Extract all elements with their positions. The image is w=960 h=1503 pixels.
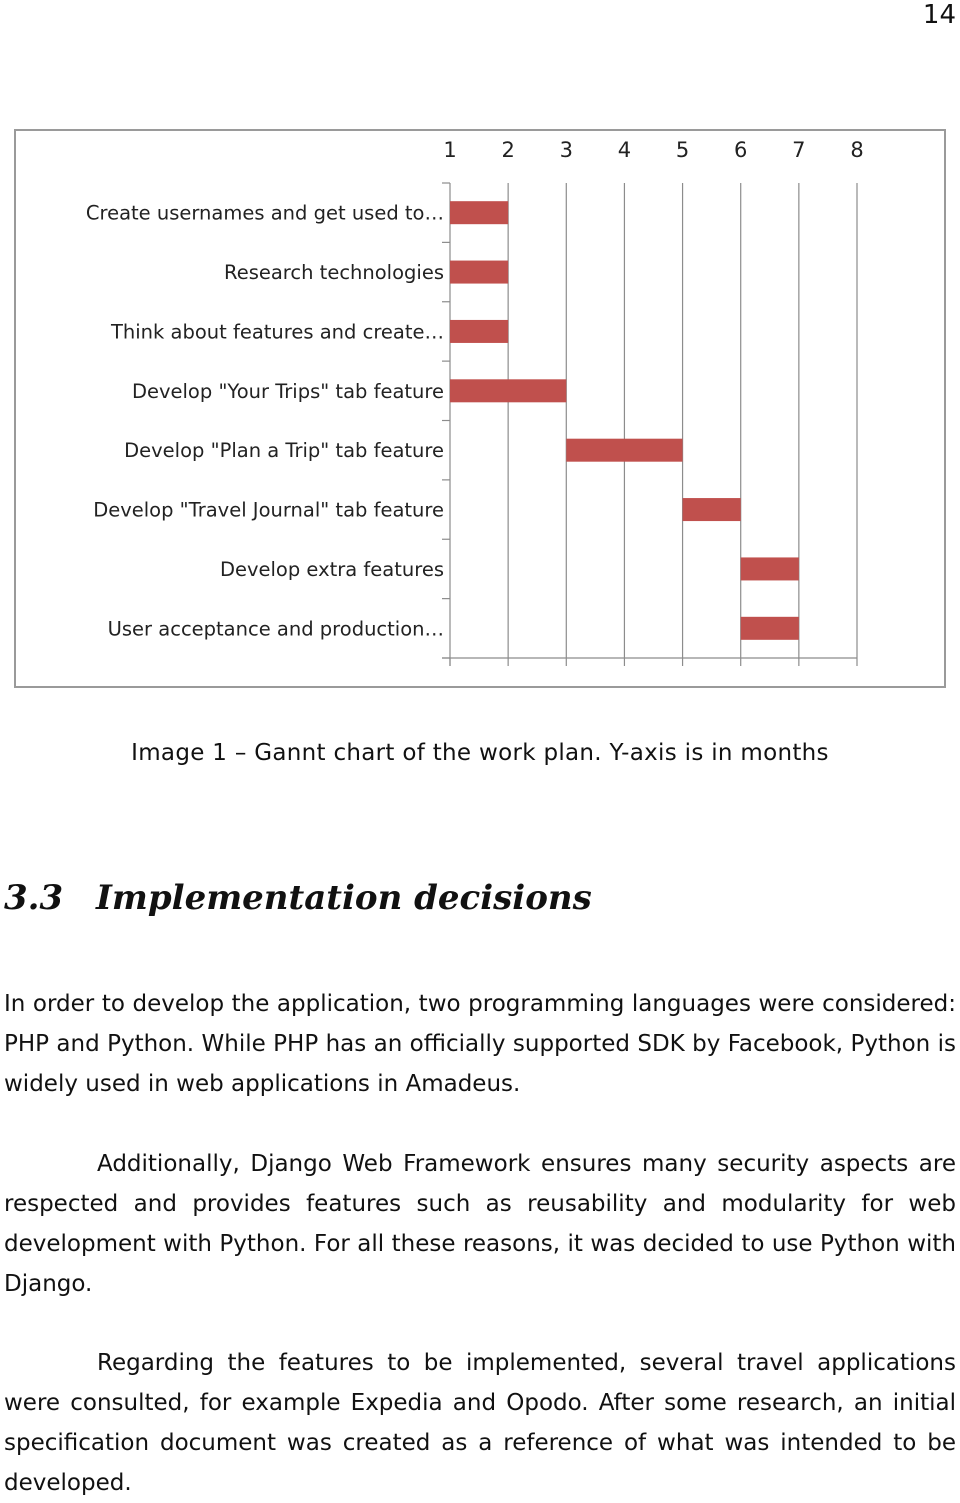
category-label: User acceptance and production…: [108, 617, 444, 640]
x-tick-label: 7: [792, 138, 805, 162]
paragraph: In order to develop the application, two…: [4, 991, 956, 1097]
x-tick-label: 4: [618, 138, 631, 162]
gantt-chart-svg: 1 2 3 4 5 6 7 8 Create usernames and get used to…: [86, 138, 864, 666]
gantt-bar: [682, 498, 741, 522]
section-number: 3.3: [4, 878, 64, 918]
figure-caption: Image 1 – Gannt chart of the work plan. …: [131, 740, 829, 766]
category-label: Develop extra features: [220, 558, 444, 581]
category-label: Develop "Plan a Trip" tab feature: [124, 439, 444, 462]
paragraph: Regarding the features to be implemented…: [4, 1350, 956, 1496]
gantt-chart: 1 2 3 4 5 6 7 8 Create usernames and get used to…: [14, 129, 946, 688]
category-label: Think about features and create…: [110, 320, 444, 343]
section-heading: 3.3 Implementation decisions: [4, 878, 592, 918]
category-label: Research technologies: [224, 261, 444, 284]
x-tick-label: 2: [501, 138, 514, 162]
gantt-bar: [566, 438, 683, 462]
x-tick-label: 3: [560, 138, 573, 162]
x-tick-label: 5: [676, 138, 689, 162]
gantt-bar: [450, 379, 567, 403]
gantt-bar: [450, 319, 509, 343]
section-title: Implementation decisions: [96, 878, 592, 918]
gantt-bar: [450, 201, 509, 225]
category-label: Develop "Travel Journal" tab feature: [93, 499, 444, 522]
gantt-bar: [450, 260, 509, 284]
page-number: 14: [922, 0, 956, 30]
x-tick-label: 8: [850, 138, 863, 162]
x-tick-label: 6: [734, 138, 747, 162]
x-tick-label: 1: [443, 138, 456, 162]
category-label: Create usernames and get used to…: [86, 202, 444, 225]
paragraph: Additionally, Django Web Framework ensur…: [4, 1151, 956, 1297]
gantt-bar: [740, 616, 799, 640]
gantt-bar: [740, 557, 799, 581]
category-label: Develop "Your Trips" tab feature: [132, 380, 444, 403]
